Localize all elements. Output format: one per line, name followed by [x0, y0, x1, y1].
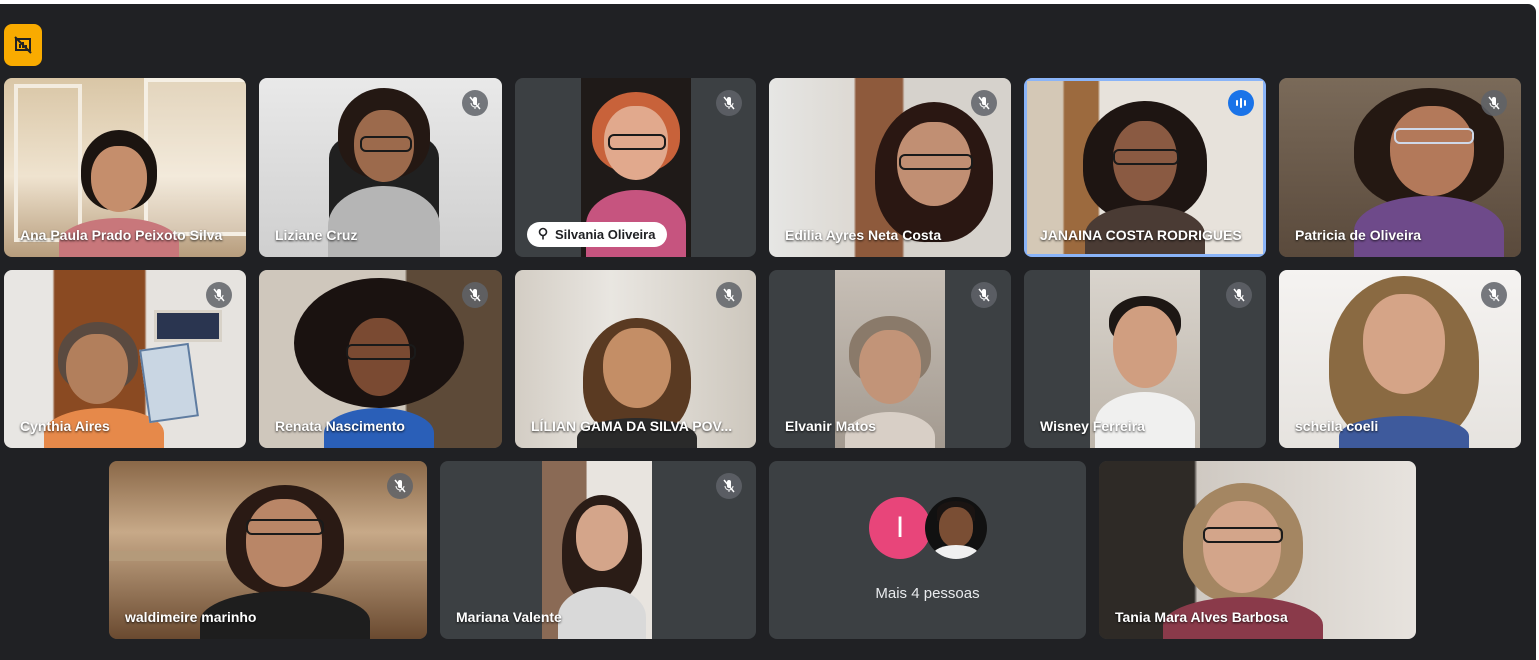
mic-off-icon [1481, 90, 1507, 116]
participant-tile[interactable]: Elvanir Matos [769, 270, 1011, 448]
participant-name: Renata Nascimento [275, 418, 405, 434]
participant-tile[interactable]: Liziane Cruz [259, 78, 502, 257]
participant-tile-active-speaker[interactable]: JANAINA COSTA RODRIGUES [1024, 78, 1266, 257]
participant-tile[interactable]: scheila coeli [1279, 270, 1521, 448]
avatar: I [869, 497, 931, 559]
mic-off-icon [1481, 282, 1507, 308]
participant-tile[interactable]: Mariana Valente [440, 461, 756, 639]
participant-name-pill: Silvania Oliveira [527, 222, 668, 247]
presentation-badge[interactable] [4, 24, 42, 66]
avatar [925, 497, 987, 559]
mic-off-icon [971, 90, 997, 116]
participant-name: JANAINA COSTA RODRIGUES [1040, 227, 1242, 243]
presentation-off-icon [14, 36, 32, 54]
mic-off-icon [716, 473, 742, 499]
participant-name: Tania Mara Alves Barbosa [1115, 609, 1288, 625]
participant-tile[interactable]: Wisney Ferreira [1024, 270, 1266, 448]
participant-tile[interactable]: waldimeire marinho [109, 461, 427, 639]
mic-off-icon [971, 282, 997, 308]
participant-name: Ana Paula Prado Peixoto Silva [20, 227, 223, 243]
participant-name: waldimeire marinho [125, 609, 257, 625]
participant-tile[interactable]: LÍLIAN GAMA DA SILVA POV... [515, 270, 756, 448]
participant-tile[interactable]: Renata Nascimento [259, 270, 502, 448]
participant-name: Liziane Cruz [275, 227, 358, 243]
participant-name: LÍLIAN GAMA DA SILVA POV... [531, 418, 733, 434]
mic-off-icon [716, 282, 742, 308]
more-participants-tile[interactable]: I Mais 4 pessoas [769, 461, 1086, 639]
mic-off-icon [462, 90, 488, 116]
participant-tile[interactable]: Patricia de Oliveira [1279, 78, 1521, 257]
mic-off-icon [387, 473, 413, 499]
participant-name: Patricia de Oliveira [1295, 227, 1422, 243]
participant-name: Cynthia Aires [20, 418, 110, 434]
participant-name: Mariana Valente [456, 609, 562, 625]
participant-tile[interactable]: Cynthia Aires [4, 270, 246, 448]
participant-name: Elvanir Matos [785, 418, 877, 434]
meeting-window: Ana Paula Prado Peixoto Silva Liziane Cr… [0, 0, 1539, 660]
participant-tile[interactable]: Tania Mara Alves Barbosa [1099, 461, 1416, 639]
speaking-indicator-icon [1228, 90, 1254, 116]
participant-tile[interactable]: Edilia Ayres Neta Costa [769, 78, 1011, 257]
participant-name: Edilia Ayres Neta Costa [785, 227, 942, 243]
mic-off-icon [206, 282, 232, 308]
mic-off-icon [462, 282, 488, 308]
video-grid: Ana Paula Prado Peixoto Silva Liziane Cr… [0, 4, 1536, 660]
participant-tile[interactable]: Ana Paula Prado Peixoto Silva [4, 78, 246, 257]
mic-off-icon [716, 90, 742, 116]
participant-name: Wisney Ferreira [1040, 418, 1145, 434]
mic-off-icon [1226, 282, 1252, 308]
participant-name: Silvania Oliveira [555, 227, 656, 242]
more-participants-label: Mais 4 pessoas [875, 585, 980, 602]
participant-name: scheila coeli [1295, 418, 1379, 434]
participant-tile[interactable]: Silvania Oliveira [515, 78, 756, 257]
pin-icon [538, 227, 548, 240]
